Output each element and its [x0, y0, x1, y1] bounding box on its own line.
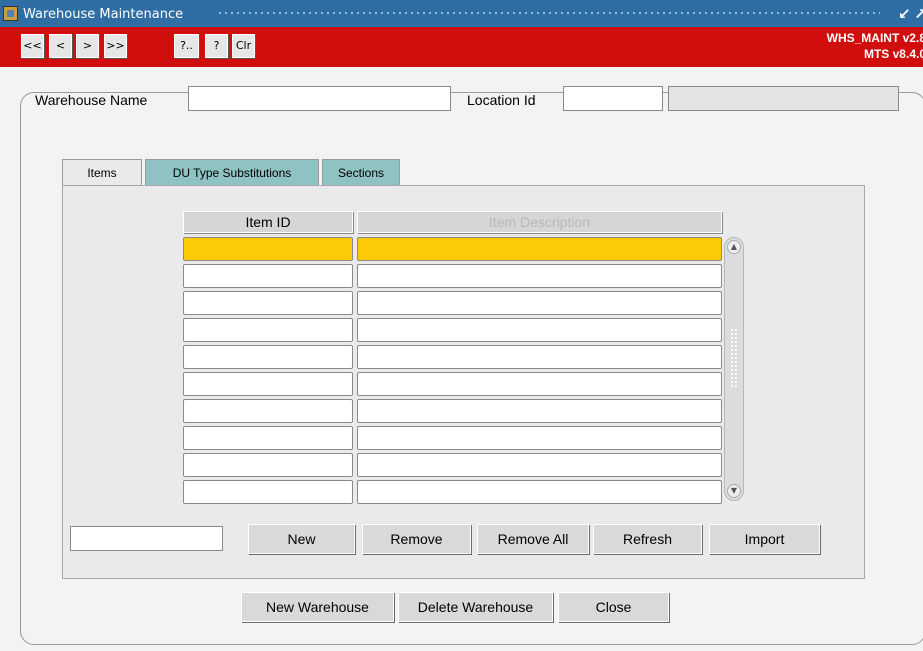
- help-button[interactable]: ?: [205, 34, 228, 58]
- items-scrollbar[interactable]: ▲ ▼: [724, 237, 744, 501]
- app-icon: [3, 6, 18, 21]
- remove-item-button[interactable]: Remove: [362, 524, 471, 554]
- window-title-bar: Warehouse Maintenance ↙ ↗: [0, 0, 923, 27]
- maximize-icon[interactable]: ↗: [914, 5, 923, 23]
- module-version: WHS_MAINT v2.8: [826, 31, 923, 45]
- system-version: MTS v8.4.0: [863, 47, 923, 61]
- item-description-column-header: Item Description: [357, 211, 722, 233]
- previous-record-button[interactable]: <: [49, 34, 72, 58]
- last-record-button[interactable]: >>: [104, 34, 127, 58]
- item-id-cell[interactable]: [183, 372, 353, 396]
- scroll-up-icon[interactable]: ▲: [727, 240, 741, 254]
- new-warehouse-button[interactable]: New Warehouse: [241, 592, 394, 622]
- item-id-cell[interactable]: [183, 480, 353, 504]
- refresh-button[interactable]: Refresh: [593, 524, 702, 554]
- item-description-cell[interactable]: [357, 237, 722, 261]
- remove-all-button[interactable]: Remove All: [477, 524, 589, 554]
- item-id-cell[interactable]: [183, 453, 353, 477]
- item-description-cell[interactable]: [357, 264, 722, 288]
- item-id-cell[interactable]: [183, 264, 353, 288]
- item-id-cell[interactable]: [183, 291, 353, 315]
- warehouse-name-label: Warehouse Name: [35, 92, 148, 108]
- import-button[interactable]: Import: [709, 524, 820, 554]
- item-id-cell[interactable]: [183, 345, 353, 369]
- location-description-field: [668, 86, 899, 111]
- item-description-cell[interactable]: [357, 318, 722, 342]
- item-description-cell[interactable]: [357, 372, 722, 396]
- item-description-cell[interactable]: [357, 426, 722, 450]
- clear-button[interactable]: Clr: [232, 34, 255, 58]
- item-id-column-header: Item ID: [183, 211, 353, 233]
- window-title: Warehouse Maintenance: [23, 7, 184, 22]
- item-description-cell[interactable]: [357, 291, 722, 315]
- query-button[interactable]: ?..: [174, 34, 199, 58]
- delete-warehouse-button[interactable]: Delete Warehouse: [398, 592, 553, 622]
- item-description-cell[interactable]: [357, 345, 722, 369]
- tab-items[interactable]: Items: [62, 159, 142, 186]
- item-entry-field[interactable]: [70, 526, 223, 551]
- first-record-button[interactable]: <<: [21, 34, 44, 58]
- item-id-cell[interactable]: [183, 399, 353, 423]
- scroll-down-icon[interactable]: ▼: [727, 484, 741, 498]
- tab-du-type-substitutions[interactable]: DU Type Substitutions: [145, 159, 319, 186]
- location-id-field[interactable]: [563, 86, 663, 111]
- location-id-label: Location Id: [467, 92, 536, 108]
- item-id-cell[interactable]: [183, 318, 353, 342]
- tab-sections[interactable]: Sections: [322, 159, 400, 186]
- item-id-cell[interactable]: [183, 237, 353, 261]
- warehouse-name-field[interactable]: [188, 86, 451, 111]
- next-record-button[interactable]: >: [76, 34, 99, 58]
- toolbar: << < > >> ?.. ? Clr WHS_MAINT v2.8 MTS v…: [0, 27, 923, 67]
- item-description-cell[interactable]: [357, 480, 722, 504]
- title-bar-texture: [217, 10, 880, 18]
- new-item-button[interactable]: New: [248, 524, 355, 554]
- item-description-cell[interactable]: [357, 453, 722, 477]
- scroll-grip[interactable]: [730, 328, 738, 388]
- minimize-icon[interactable]: ↙: [898, 5, 911, 23]
- item-id-cell[interactable]: [183, 426, 353, 450]
- item-description-cell[interactable]: [357, 399, 722, 423]
- close-button[interactable]: Close: [558, 592, 669, 622]
